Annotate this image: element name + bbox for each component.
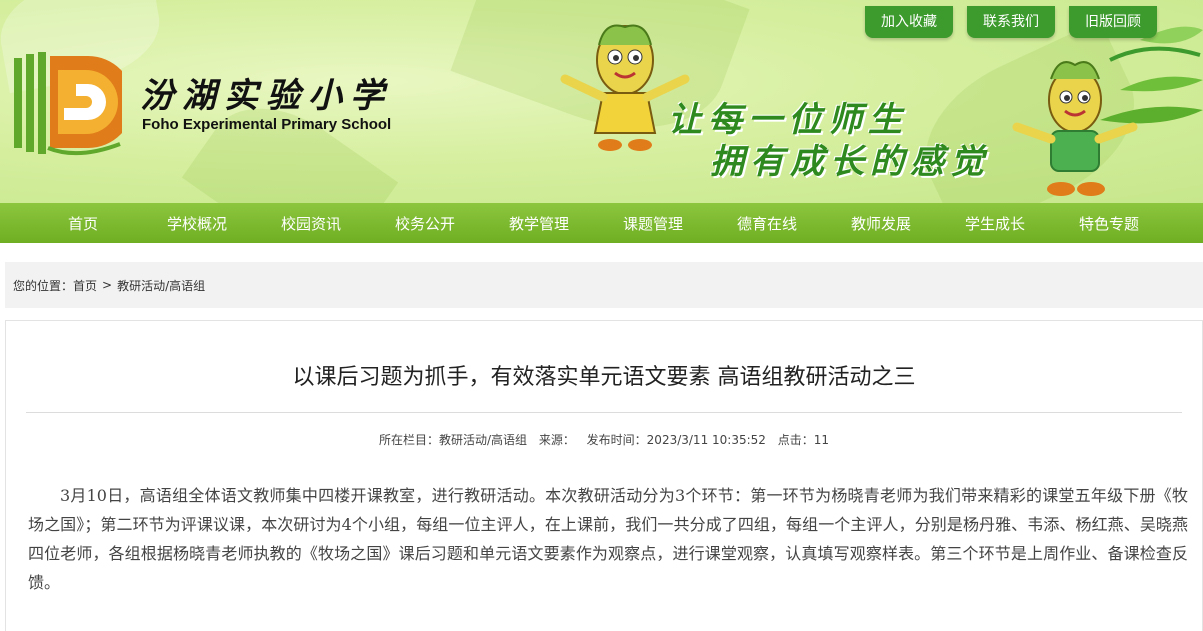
top-links: 加入收藏 联系我们 旧版回顾 <box>865 6 1157 38</box>
nav-item-school-overview[interactable]: 学校概况 <box>140 213 254 234</box>
nav-item-teacher-development[interactable]: 教师发展 <box>824 213 938 234</box>
meta-publish-time: 发布时间：2023/3/11 10:35:52 <box>586 433 766 447</box>
breadcrumb-home-link[interactable]: 首页 <box>73 277 97 294</box>
meta-clicks: 点击：11 <box>777 433 830 447</box>
slogan-line-2: 拥有成长的感觉 <box>710 142 990 182</box>
nav-item-campus-news[interactable]: 校园资讯 <box>254 213 368 234</box>
breadcrumb-prefix: 您的位置： <box>13 278 74 293</box>
article-title: 以课后习题为抓手，有效落实单元语文要素 高语组教研活动之三 <box>292 365 916 390</box>
school-name-en: Foho Experimental Primary School <box>142 116 392 133</box>
meta-column: 所在栏目：教研活动/高语组 <box>378 433 527 447</box>
meta-source: 来源： <box>538 433 575 447</box>
nav-item-home[interactable]: 首页 <box>26 213 140 234</box>
breadcrumb-separator: > <box>102 278 113 292</box>
nav-item-moral-education[interactable]: 德育在线 <box>710 213 824 234</box>
title-divider <box>26 412 1182 413</box>
contact-us-button[interactable]: 联系我们 <box>967 6 1055 38</box>
article-content: 3月10日，高语组全体语文教师集中四楼开课教室，进行教研活动。本次教研活动分为3… <box>28 486 1188 592</box>
add-favorite-button[interactable]: 加入收藏 <box>865 6 953 38</box>
nav-item-special-topics[interactable]: 特色专题 <box>1052 213 1166 234</box>
old-version-button[interactable]: 旧版回顾 <box>1069 6 1157 38</box>
nav-item-student-growth[interactable]: 学生成长 <box>938 213 1052 234</box>
article-panel: 以课后习题为抓手，有效落实单元语文要素 高语组教研活动之三 所在栏目：教研活动/… <box>5 320 1203 631</box>
breadcrumb-current-link[interactable]: 教研活动/高语组 <box>117 277 205 294</box>
article-meta: 所在栏目：教研活动/高语组 来源： 发布时间：2023/3/11 10:35:5… <box>6 431 1202 448</box>
nav-item-research-projects[interactable]: 课题管理 <box>596 213 710 234</box>
school-logo-icon[interactable] <box>8 48 122 158</box>
nav-item-school-affairs[interactable]: 校务公开 <box>368 213 482 234</box>
nav-item-teaching[interactable]: 教学管理 <box>482 213 596 234</box>
site-header: 汾湖实验小学 Foho Experimental Primary School … <box>0 0 1203 203</box>
main-nav: 首页 学校概况 校园资讯 校务公开 教学管理 课题管理 德育在线 教师发展 学生… <box>0 203 1203 243</box>
school-name-cn: 汾湖实验小学 <box>140 76 392 116</box>
corn-mascot-icon <box>1012 61 1138 196</box>
breadcrumb: 您的位置： 首页 > 教研活动/高语组 <box>5 262 1203 308</box>
